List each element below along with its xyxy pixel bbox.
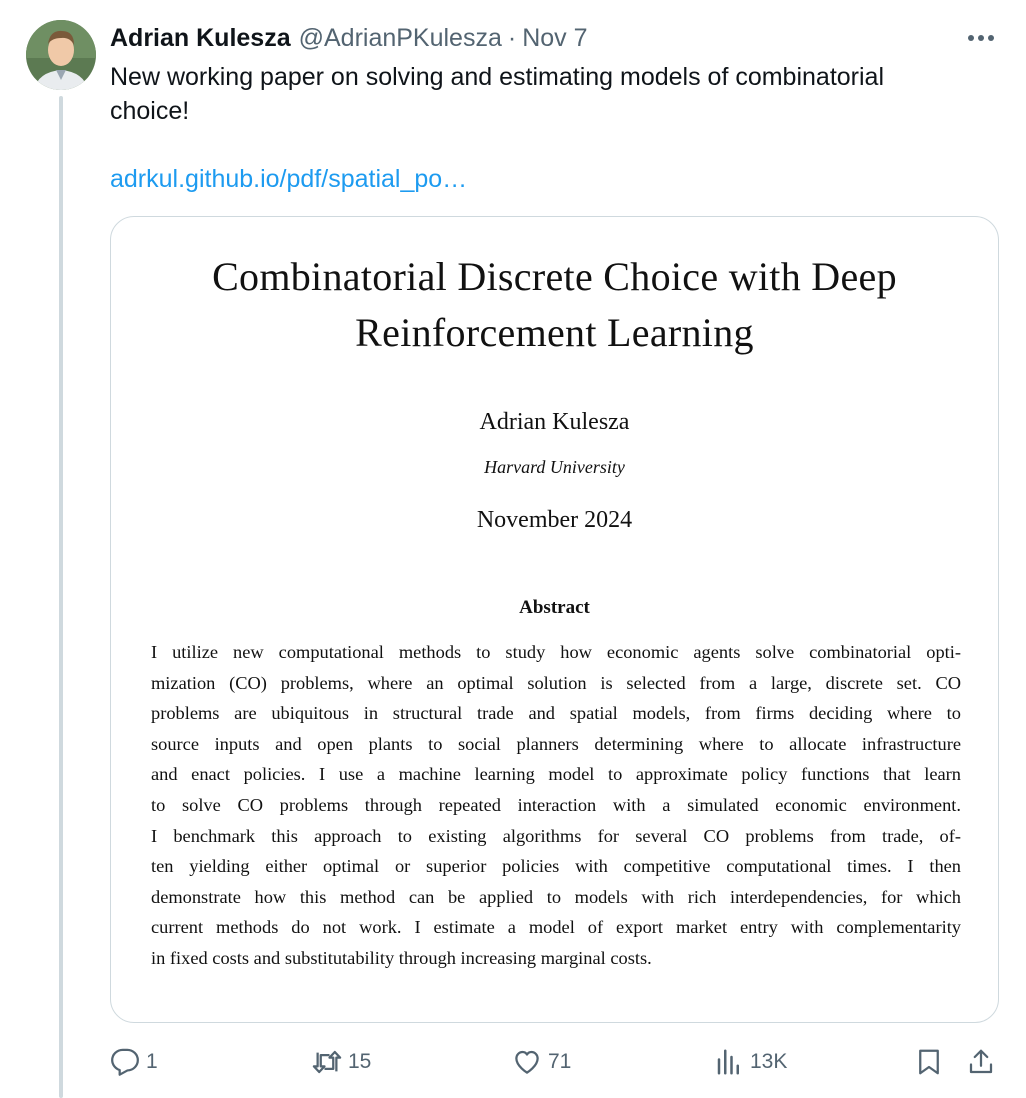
media-image-paper[interactable]: Combinatorial Discrete Choice with Deep … xyxy=(110,216,999,1023)
abstract-body: I utilize new computational methods to s… xyxy=(151,637,961,974)
views-button[interactable]: 13K xyxy=(714,1040,787,1084)
abstract-line: to solve CO problems through repeated in… xyxy=(151,794,961,815)
like-button[interactable]: 71 xyxy=(512,1040,571,1084)
paper-title: Combinatorial Discrete Choice with Deep … xyxy=(151,249,958,361)
paper-title-line: Combinatorial Discrete Choice with Deep xyxy=(212,254,897,299)
bookmark-button[interactable] xyxy=(914,1040,944,1084)
repost-count: 15 xyxy=(348,1050,372,1073)
author-handle[interactable]: @AdrianPKulesza xyxy=(299,24,502,53)
abstract-line: in fixed costs and substitutability thro… xyxy=(151,947,652,968)
abstract-line: problems are ubiquitous in structural tr… xyxy=(151,703,961,724)
avatar-photo xyxy=(26,20,96,90)
abstract-line: source inputs and open plants to social … xyxy=(151,733,961,754)
heart-icon xyxy=(512,1047,542,1077)
reply-button[interactable]: 1 xyxy=(110,1040,158,1084)
abstract-line: current methods do not work. I estimate … xyxy=(151,917,961,938)
paper-title-line: Reinforcement Learning xyxy=(355,310,754,355)
paper-author: Adrian Kulesza xyxy=(479,409,630,435)
abstract-line: demonstrate how this method can be appli… xyxy=(151,886,961,907)
author-name[interactable]: Adrian Kulesza xyxy=(110,24,291,53)
avatar[interactable] xyxy=(26,20,96,90)
abstract-heading: Abstract xyxy=(519,597,590,618)
tweet-date[interactable]: Nov 7 xyxy=(522,24,587,53)
share-icon xyxy=(966,1047,996,1077)
paper-date: November 2024 xyxy=(476,507,633,533)
tweet-link[interactable]: adrkul.github.io/pdf/spatial_po… xyxy=(110,162,467,196)
thread-line xyxy=(59,96,63,1098)
paper-affiliation: Harvard University xyxy=(484,457,625,477)
abstract-line: ten yielding either optimal or superior … xyxy=(151,856,961,877)
like-count: 71 xyxy=(548,1050,572,1073)
repost-button[interactable]: 15 xyxy=(312,1040,371,1084)
reply-icon xyxy=(110,1047,140,1077)
abstract-line: I utilize new computational methods to s… xyxy=(151,642,961,662)
more-icon xyxy=(968,35,994,41)
abstract-line: I benchmark this approach to existing al… xyxy=(151,825,961,846)
more-button[interactable] xyxy=(966,24,996,52)
action-bar: 1 15 71 13K xyxy=(110,1040,1000,1084)
reply-count: 1 xyxy=(146,1050,158,1073)
share-button[interactable] xyxy=(966,1040,996,1084)
views-count: 13K xyxy=(750,1050,788,1073)
separator-dot: · xyxy=(507,23,517,52)
bookmark-icon xyxy=(914,1047,944,1077)
tweet-header: Adrian Kulesza @AdrianPKulesza · Nov 7 xyxy=(110,22,1006,54)
views-icon xyxy=(714,1047,744,1077)
abstract-line: and enact policies. I use a machine lear… xyxy=(151,764,961,785)
repost-icon xyxy=(312,1047,342,1077)
tweet-text: New working paper on solving and estimat… xyxy=(110,63,885,125)
abstract-line: mization (CO) problems, where an optimal… xyxy=(151,672,961,693)
